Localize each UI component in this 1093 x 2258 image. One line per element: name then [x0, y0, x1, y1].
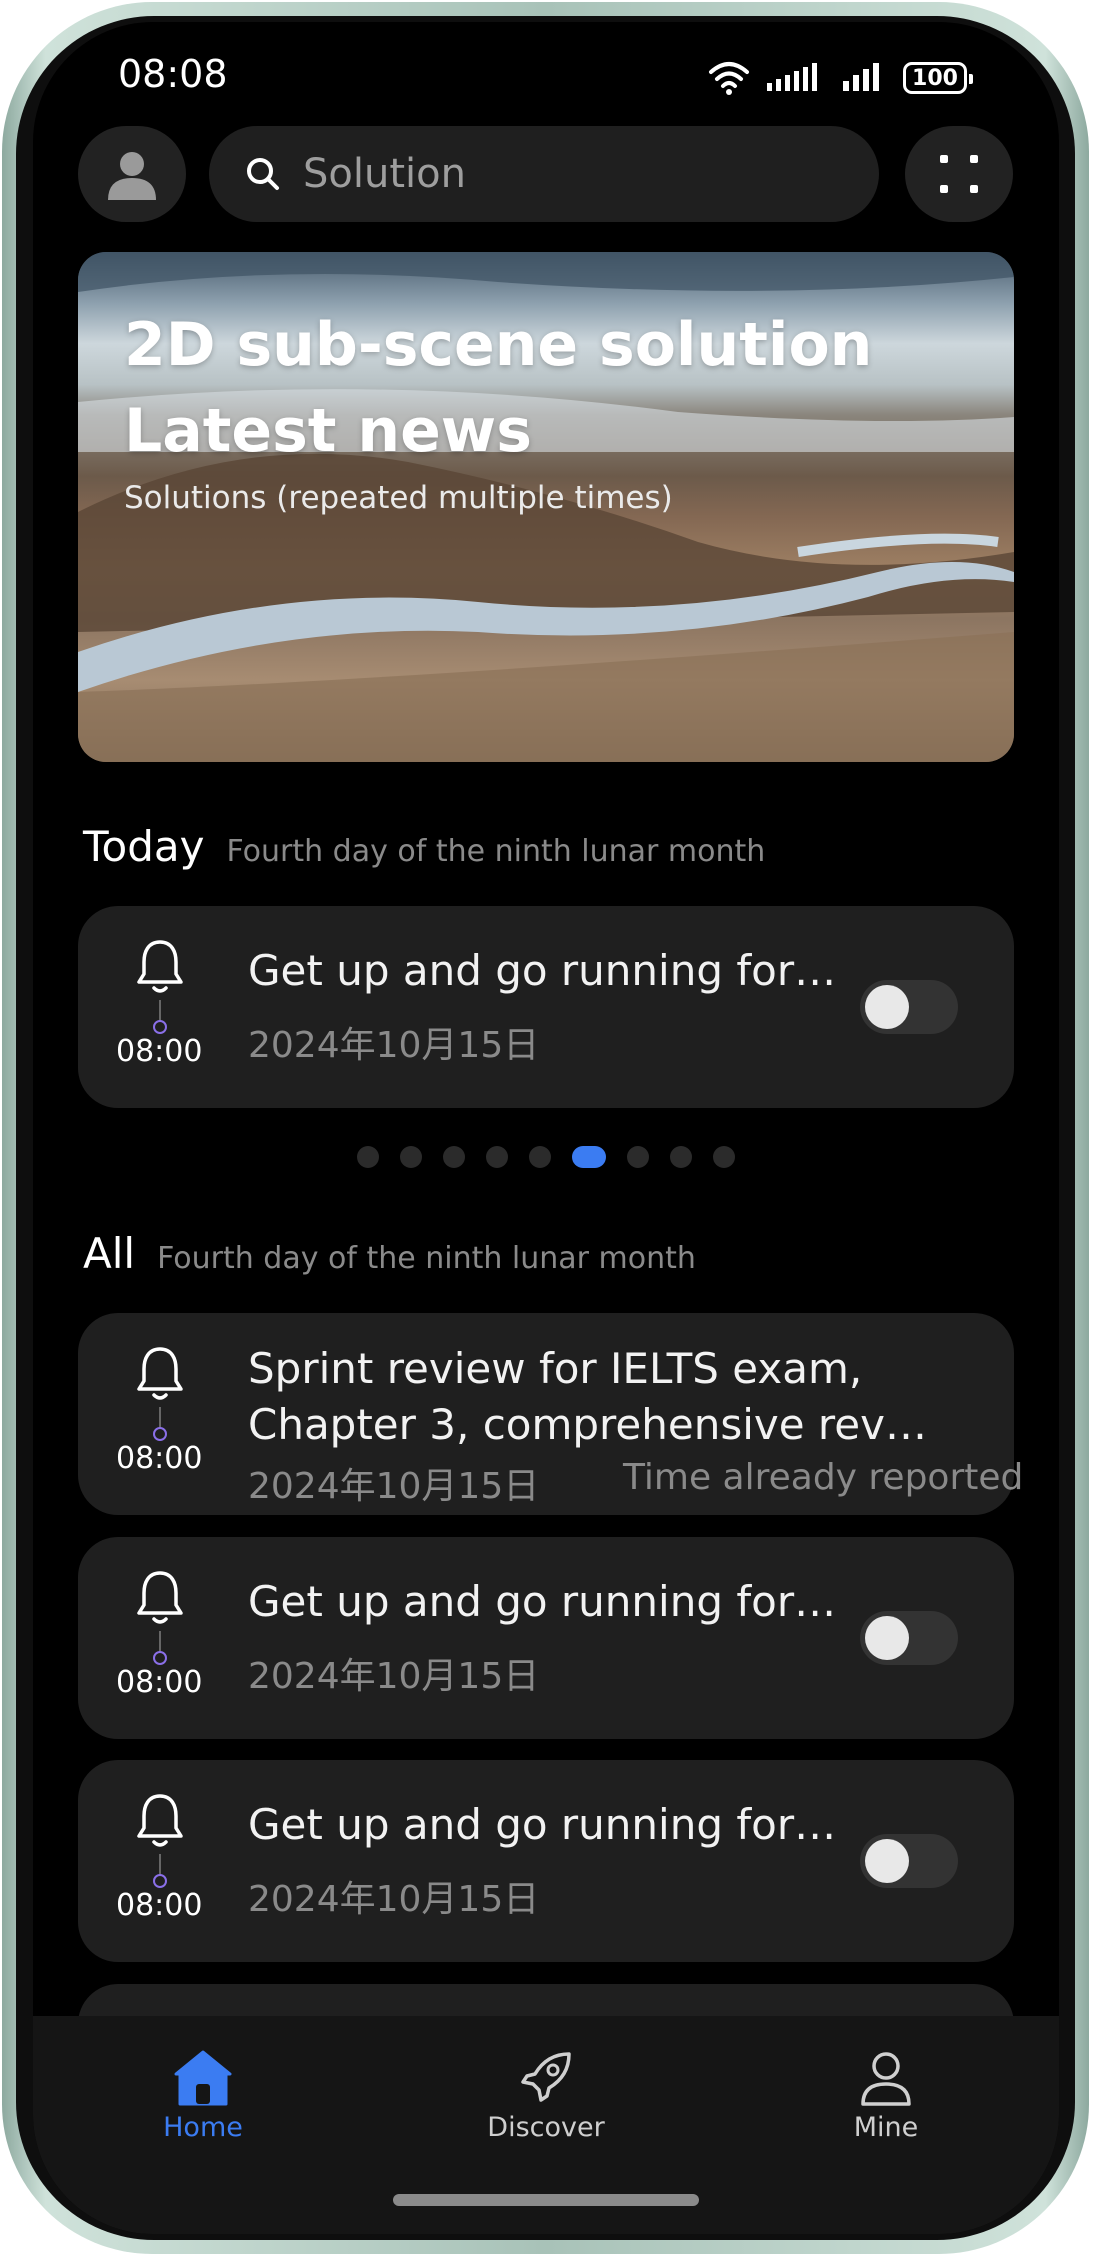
battery-icon: 100: [903, 62, 973, 94]
reminder-date: 2024年10月15日: [248, 1656, 540, 1697]
alarm-stem: [159, 1000, 161, 1022]
alarm-dot: [153, 1874, 167, 1888]
search-placeholder: Solution: [303, 151, 466, 197]
toggle-knob: [865, 1839, 909, 1883]
tab-mine[interactable]: Mine: [816, 2048, 956, 2143]
alarm-dot: [153, 1651, 167, 1665]
toggle-knob: [865, 1616, 909, 1660]
today-title: Today: [83, 822, 205, 871]
tab-discover[interactable]: Discover: [476, 2048, 616, 2143]
today-reminder-card[interactable]: 08:00 Get up and go running for … 2024年1…: [78, 906, 1014, 1108]
bell-icon: [137, 1571, 183, 1624]
banner[interactable]: 2D sub-scene solution Latest news Soluti…: [78, 252, 1014, 762]
avatar-icon: [108, 152, 156, 200]
status-icons: 100: [707, 60, 973, 96]
signal-icon: [767, 63, 817, 91]
bell-icon: [137, 940, 183, 993]
more-button[interactable]: [905, 126, 1013, 222]
grid-dots-icon: [940, 155, 978, 193]
page-dot[interactable]: [486, 1146, 508, 1168]
reminder-date: 2024年10月15日: [248, 1879, 540, 1920]
list-item[interactable]: 08:00 Get up and go running for … 2024年1…: [78, 1760, 1014, 1962]
alarm-stem: [159, 1631, 161, 1653]
page-dot[interactable]: [713, 1146, 735, 1168]
reminder-date: 2024年10月15日: [248, 1466, 540, 1507]
page-dot[interactable]: [670, 1146, 692, 1168]
reminder-toggle[interactable]: [860, 1611, 958, 1665]
bell-icon: [137, 1794, 183, 1847]
search-input[interactable]: Solution: [209, 126, 879, 222]
alarm-indicator: 08:00: [116, 938, 203, 1078]
banner-title: 2D sub-scene solution Latest news: [124, 302, 872, 474]
alarm-time: 08:00: [116, 1665, 203, 1700]
alarm-stem: [159, 1407, 161, 1429]
page-dot[interactable]: [627, 1146, 649, 1168]
tab-home[interactable]: Home: [133, 2048, 273, 2143]
home-icon: [174, 2050, 232, 2106]
reminder-title-line2: Chapter 3, comprehensive revie…: [248, 1400, 928, 1449]
bell-icon: [137, 1347, 183, 1400]
today-subtitle: Fourth day of the ninth lunar month: [226, 834, 766, 869]
all-subtitle: Fourth day of the ninth lunar month: [157, 1241, 696, 1276]
reminder-title: Get up and go running for …: [248, 946, 848, 995]
alarm-stem: [159, 1854, 161, 1876]
page-dot[interactable]: [400, 1146, 422, 1168]
rocket-icon: [521, 2052, 571, 2102]
alarm-time: 08:00: [116, 1441, 203, 1476]
reminder-title: Get up and go running for …: [248, 1577, 848, 1626]
alarm-indicator: 08:00: [116, 1792, 203, 1932]
page-dot[interactable]: [529, 1146, 551, 1168]
alarm-dot: [153, 1427, 167, 1441]
wifi-icon: [709, 62, 749, 95]
bottom-tab-bar: Home Discover Mine: [33, 2016, 1059, 2234]
reminder-date: 2024年10月15日: [248, 1025, 540, 1066]
page-dot[interactable]: [357, 1146, 379, 1168]
banner-subtitle: Solutions (repeated multiple times): [124, 480, 673, 516]
banner-title-line2: Latest news: [124, 396, 532, 466]
banner-title-line1: 2D sub-scene solution: [124, 310, 873, 380]
signal-icon-2: [843, 63, 879, 91]
page-dot-active[interactable]: [572, 1146, 606, 1168]
all-title: All: [83, 1229, 136, 1278]
reminder-title: Sprint review for IELTS exam, Chapter 3,…: [248, 1341, 958, 1453]
tab-label: Home: [163, 2112, 243, 2143]
page-dot[interactable]: [443, 1146, 465, 1168]
status-time: 08:08: [118, 52, 228, 96]
home-indicator[interactable]: [393, 2194, 699, 2206]
reminder-title: Get up and go running for …: [248, 1800, 848, 1849]
tab-label: Discover: [487, 2112, 605, 2143]
person-icon: [861, 2052, 911, 2106]
today-header: Today Fourth day of the ninth lunar mont…: [83, 822, 765, 871]
alarm-time: 08:00: [116, 1888, 203, 1923]
alarm-dot: [153, 1020, 167, 1034]
screen: 08:08 100 Solution 2D sub-scene solution…: [33, 22, 1059, 2234]
search-icon: [247, 158, 279, 190]
alarm-indicator: 08:00: [116, 1345, 203, 1485]
alarm-time: 08:00: [116, 1034, 203, 1069]
tab-label: Mine: [853, 2112, 919, 2143]
avatar-button[interactable]: [78, 126, 186, 222]
alarm-indicator: 08:00: [116, 1569, 203, 1709]
reminder-toggle[interactable]: [860, 1834, 958, 1888]
list-item[interactable]: 08:00 Get up and go running for … 2024年1…: [78, 1537, 1014, 1739]
list-item[interactable]: 08:00 Sprint review for IELTS exam, Chap…: [78, 1313, 1023, 1515]
reminder-status: Time already reported: [623, 1457, 1024, 1498]
page-indicator: [33, 1146, 1059, 1168]
reminder-toggle[interactable]: [860, 980, 958, 1034]
reminder-title-line1: Sprint review for IELTS exam,: [248, 1344, 863, 1393]
all-header: All Fourth day of the ninth lunar month: [83, 1229, 696, 1278]
toggle-knob: [865, 985, 909, 1029]
